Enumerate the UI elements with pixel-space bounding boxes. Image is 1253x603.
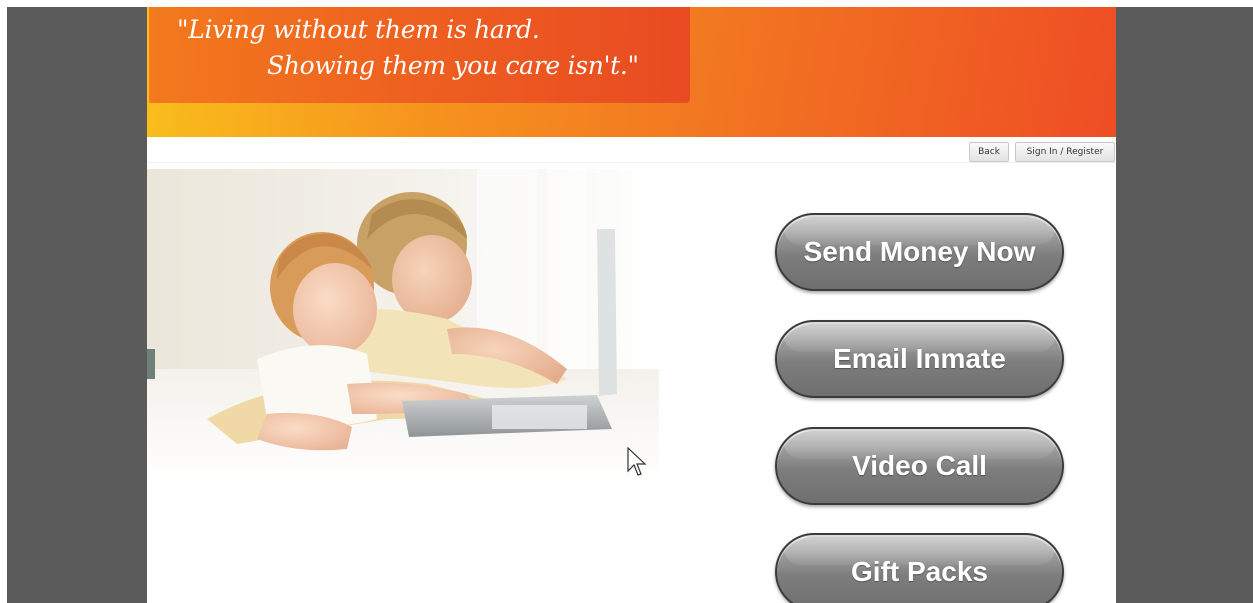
right-side-panel: [1116, 7, 1253, 603]
back-button[interactable]: Back: [969, 142, 1009, 162]
hero-illustration: [147, 169, 659, 485]
viewport: "Living without them is hard. Showing th…: [0, 0, 1253, 603]
header-banner: "Living without them is hard. Showing th…: [147, 7, 1116, 137]
video-call-button[interactable]: Video Call: [775, 427, 1064, 505]
hero-photo: [147, 169, 659, 485]
page-content: "Living without them is hard. Showing th…: [147, 7, 1116, 603]
left-side-panel: [7, 7, 147, 603]
video-call-label: Video Call: [852, 450, 987, 481]
quote-line-1: "Living without them is hard.: [177, 15, 540, 44]
quote-line-2: Showing them you care isn't.": [267, 51, 639, 80]
email-inmate-button[interactable]: Email Inmate: [775, 320, 1064, 398]
gift-packs-label: Gift Packs: [851, 556, 988, 587]
email-inmate-label: Email Inmate: [833, 343, 1006, 374]
send-money-now-label: Send Money Now: [803, 236, 1036, 267]
send-money-now-button[interactable]: Send Money Now: [775, 213, 1064, 291]
sign-in-register-button[interactable]: Sign In / Register: [1015, 142, 1115, 162]
gift-packs-button[interactable]: Gift Packs: [775, 533, 1064, 603]
mouse-pointer-icon: [627, 447, 647, 476]
header-divider: [147, 162, 1116, 163]
quote-box: "Living without them is hard. Showing th…: [149, 7, 690, 103]
